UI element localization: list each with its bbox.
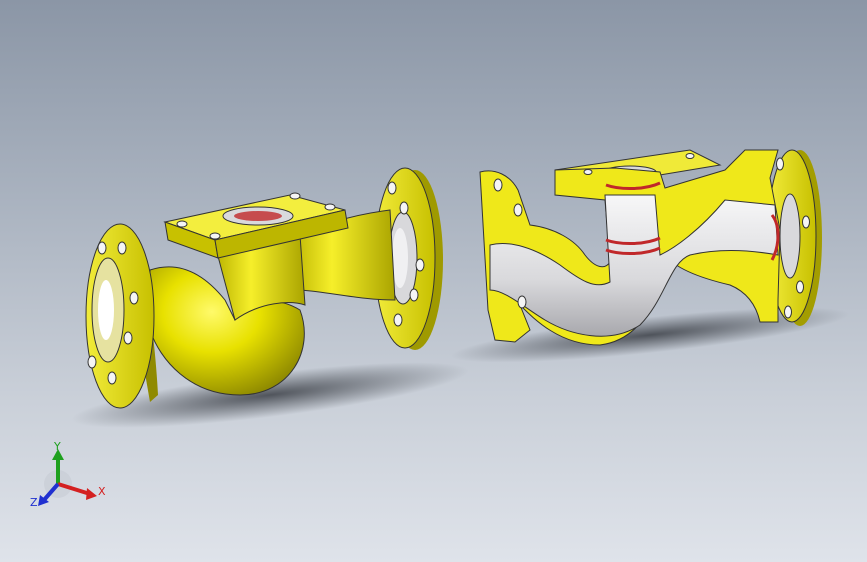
z-axis-label: Z [30, 496, 38, 509]
valve-body-section[interactable] [479, 149, 822, 346]
x-axis-label: X [98, 485, 106, 498]
graphics-viewport[interactable]: Y X Z [0, 0, 867, 562]
y-axis-label: Y [53, 440, 61, 453]
coordinate-triad[interactable]: Y X Z [30, 440, 120, 520]
x-axis-arrow [86, 488, 97, 500]
model-scene[interactable] [0, 0, 867, 562]
left-flange [85, 223, 158, 409]
